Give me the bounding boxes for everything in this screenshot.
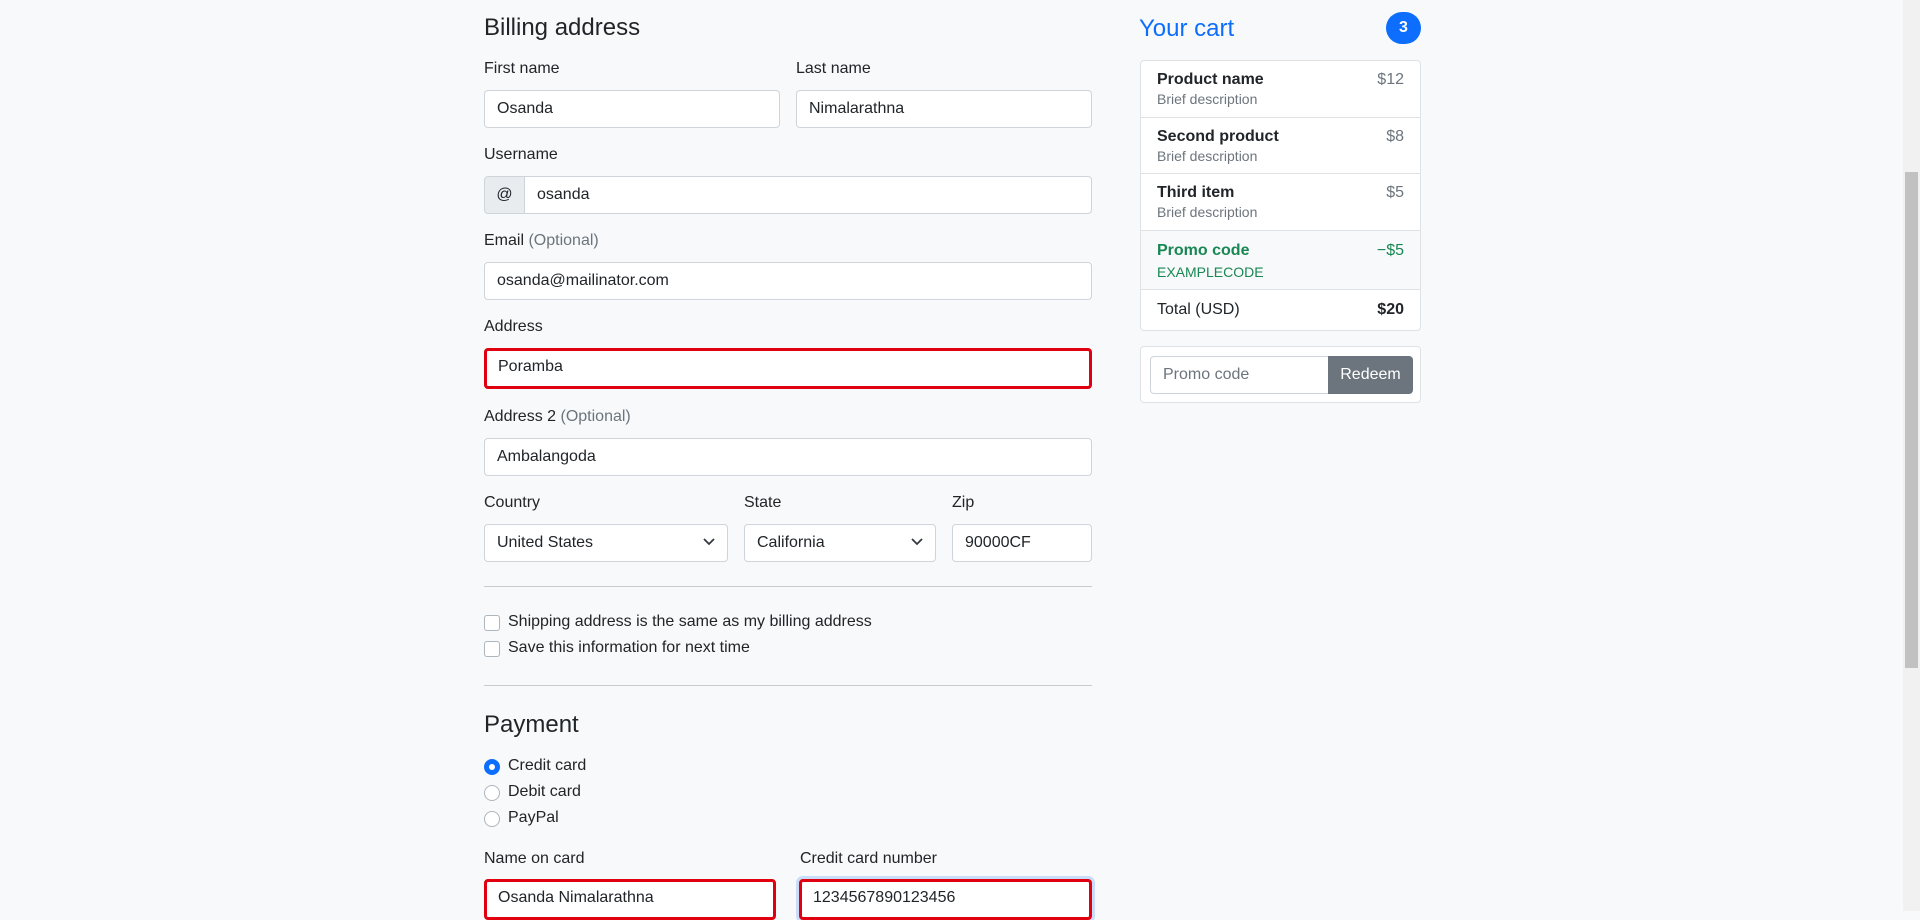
credit-card-label[interactable]: Credit card (508, 757, 586, 775)
page-scrollbar[interactable] (1903, 0, 1920, 911)
list-item: Third item Brief description $5 (1141, 174, 1420, 231)
chevron-down-icon (703, 538, 715, 546)
promo-item: Promo code EXAMPLECODE −$5 (1141, 231, 1420, 290)
promo-code-input[interactable]: Promo code (1150, 356, 1329, 394)
cart-list: Product name Brief description $12 Secon… (1140, 60, 1421, 331)
email-label: Email (Optional) (484, 232, 599, 250)
state-select[interactable]: California (744, 524, 936, 562)
country-label: Country (484, 494, 541, 511)
section-divider (484, 685, 1092, 686)
cart-item-price: $12 (1377, 71, 1404, 88)
address2-optional-text: (Optional) (560, 408, 631, 425)
list-item: Second product Brief description $8 (1141, 118, 1420, 174)
same-address-label[interactable]: Shipping address is the same as my billi… (508, 613, 872, 631)
save-info-label[interactable]: Save this information for next time (508, 639, 750, 657)
cart-item-desc: Brief description (1157, 91, 1258, 107)
cart-item-desc: Brief description (1157, 204, 1258, 220)
email-optional-text: (Optional) (528, 232, 599, 249)
cart-item-name: Product name (1157, 71, 1264, 88)
same-address-checkbox[interactable] (484, 615, 500, 631)
address-label: Address (484, 318, 543, 335)
zip-input[interactable]: 90000CF (952, 524, 1092, 562)
state-select-value: California (757, 534, 825, 551)
billing-heading: Billing address (484, 14, 641, 41)
username-at-prefix: @ (484, 176, 525, 214)
cart-heading: Your cart (1139, 15, 1235, 42)
email-label-text: Email (484, 232, 525, 249)
paypal-radio[interactable] (484, 811, 500, 827)
promo-form: Promo code Redeem (1140, 346, 1421, 403)
zip-label: Zip (952, 494, 975, 511)
username-input[interactable]: osanda (524, 176, 1092, 214)
email-input[interactable]: osanda@mailinator.com (484, 262, 1092, 300)
address2-input[interactable]: Ambalangoda (484, 438, 1092, 476)
cart-item-name: Second product (1157, 128, 1279, 145)
cart-item-price: $5 (1386, 184, 1404, 201)
username-label: Username (484, 146, 558, 163)
promo-name: Promo code (1157, 242, 1250, 259)
first-name-label: First name (484, 60, 560, 77)
total-value: $20 (1377, 301, 1404, 318)
first-name-input[interactable]: Osanda (484, 90, 780, 128)
promo-amount: −$5 (1376, 242, 1404, 259)
country-select-value: United States (497, 534, 594, 551)
state-label: State (744, 494, 782, 511)
last-name-input[interactable]: Nimalarathna (796, 90, 1092, 128)
name-on-card-label: Name on card (484, 850, 585, 867)
last-name-label: Last name (796, 60, 871, 77)
cart-item-price: $8 (1386, 128, 1404, 145)
payment-heading: Payment (484, 711, 579, 738)
name-on-card-input[interactable]: Osanda Nimalarathna (484, 879, 776, 920)
list-item: Product name Brief description $12 (1141, 61, 1420, 118)
total-label: Total (USD) (1157, 301, 1240, 318)
address2-label: Address 2 (Optional) (484, 408, 631, 426)
promo-code-text: EXAMPLECODE (1157, 264, 1264, 280)
card-number-input[interactable]: 1234567890123456 (799, 879, 1092, 920)
total-row: Total (USD) $20 (1141, 290, 1420, 330)
paypal-label[interactable]: PayPal (508, 809, 559, 827)
save-info-checkbox[interactable] (484, 641, 500, 657)
chevron-down-icon (911, 538, 923, 546)
address2-label-text: Address 2 (484, 408, 557, 425)
cart-count-badge: 3 (1386, 12, 1421, 44)
scrollbar-thumb[interactable] (1905, 172, 1918, 668)
country-select[interactable]: United States (484, 524, 728, 562)
address-input[interactable]: Poramba (484, 348, 1092, 389)
cart-item-desc: Brief description (1157, 148, 1258, 164)
credit-card-radio[interactable] (484, 759, 500, 775)
cart-item-name: Third item (1157, 184, 1235, 201)
debit-card-radio[interactable] (484, 785, 500, 801)
card-number-label: Credit card number (800, 850, 937, 867)
debit-card-label[interactable]: Debit card (508, 783, 581, 801)
section-divider (484, 586, 1092, 587)
redeem-button[interactable]: Redeem (1328, 356, 1413, 394)
